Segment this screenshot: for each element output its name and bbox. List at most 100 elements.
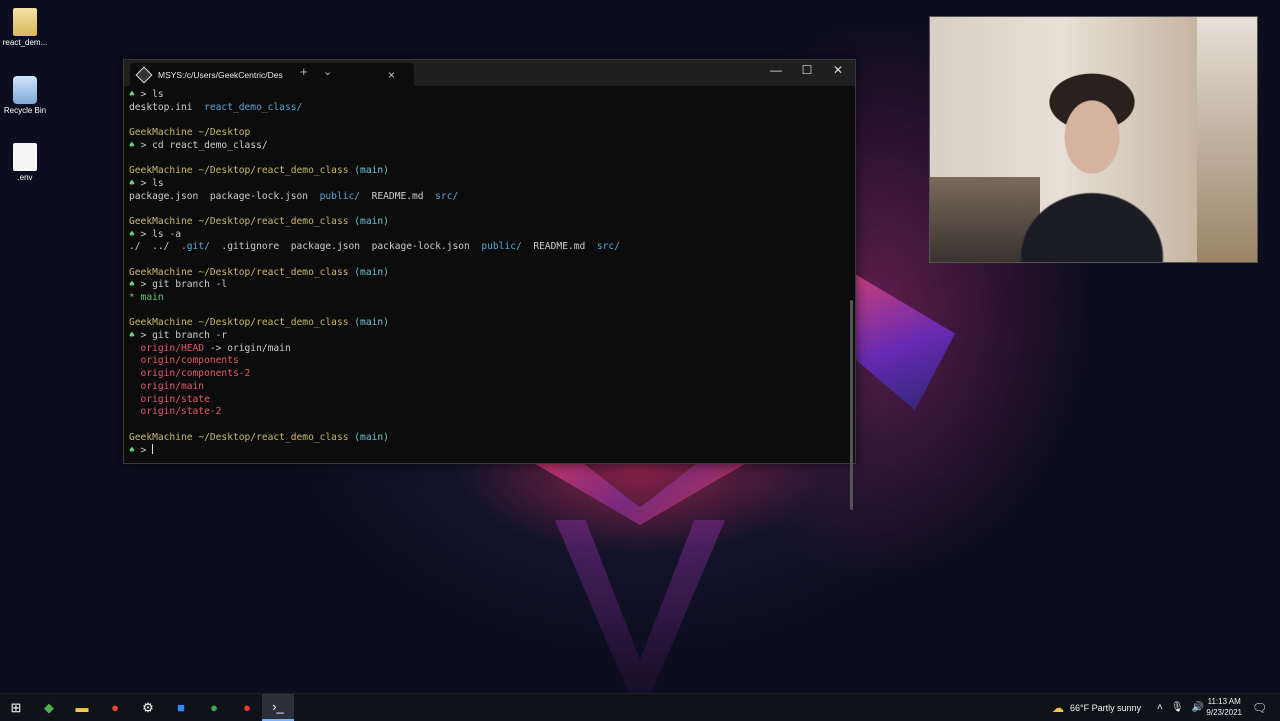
terminal-line: origin/components-2 bbox=[129, 368, 847, 381]
prompt-host: GeekMachine bbox=[129, 317, 193, 329]
branch-current: * main bbox=[129, 292, 164, 303]
listing-file: ./ ../ bbox=[129, 241, 181, 253]
terminal-line: ♠ > ls bbox=[129, 178, 847, 191]
tab-title: MSYS:/c/Users/GeekCentric/Des bbox=[158, 69, 283, 80]
prompt-symbol: > bbox=[140, 445, 153, 457]
text-cursor bbox=[152, 444, 154, 455]
tab-dropdown-button[interactable]: ⌄ bbox=[323, 65, 332, 78]
terminal-tab[interactable]: MSYS:/c/Users/GeekCentric/Des × bbox=[130, 63, 414, 86]
clock[interactable]: 11:13 AM 9/23/2021 bbox=[1206, 696, 1242, 718]
prompt-host: GeekMachine bbox=[129, 215, 193, 227]
prompt-icon: ♠ bbox=[129, 89, 141, 100]
prompt-branch: (main) bbox=[348, 266, 389, 278]
webcam-wall bbox=[1197, 17, 1257, 262]
desktop-icon-label: react_dem... bbox=[2, 38, 48, 47]
prompt-icon: ♠ bbox=[129, 228, 141, 240]
terminal-line: ♠ > git branch -l bbox=[129, 279, 847, 292]
listing-dir: react_demo_class/ bbox=[204, 101, 303, 113]
listing-file: desktop.ini bbox=[129, 101, 205, 113]
system-tray[interactable]: ˄ 🎙 🔊 bbox=[1157, 694, 1204, 721]
desktop-icon-recycle-bin[interactable]: Recycle Bin bbox=[0, 76, 55, 115]
zoom-icon[interactable]: ■ bbox=[165, 694, 197, 721]
prompt-symbol: > bbox=[140, 330, 153, 342]
desktop-icon-label: .env bbox=[17, 173, 33, 182]
settings-icon[interactable]: ⚙ bbox=[132, 694, 164, 721]
webcam-overlay bbox=[929, 16, 1258, 263]
prompt-symbol: > bbox=[140, 228, 153, 240]
clock-date: 9/23/2021 bbox=[1206, 708, 1242, 717]
prompt-icon: ♠ bbox=[129, 445, 141, 457]
terminal-line: origin/main bbox=[129, 381, 847, 394]
title-bar[interactable]: MSYS:/c/Users/GeekCentric/Des × + ⌄ — ☐ … bbox=[124, 60, 855, 86]
prompt-branch: (main) bbox=[348, 431, 389, 443]
new-tab-button[interactable]: + bbox=[300, 64, 308, 79]
terminal-line: origin/state bbox=[129, 394, 847, 407]
remote-branch-target: -> origin/main bbox=[204, 342, 291, 354]
terminal-line: GeekMachine ~/Desktop/react_demo_class (… bbox=[129, 165, 847, 178]
remote-branch: origin/state bbox=[129, 393, 210, 405]
terminal-window[interactable]: MSYS:/c/Users/GeekCentric/Des × + ⌄ — ☐ … bbox=[123, 59, 856, 510]
start-button[interactable]: ⊞ bbox=[0, 694, 32, 721]
weather-text: 66°F Partly sunny bbox=[1070, 702, 1142, 713]
file-explorer-icon[interactable]: ▬ bbox=[66, 694, 98, 721]
wallpaper-chevron bbox=[520, 455, 760, 525]
command-text: git branch -r bbox=[152, 330, 228, 342]
chevron-up-icon[interactable]: ˄ bbox=[1157, 702, 1163, 713]
prompt-branch: (main) bbox=[348, 165, 389, 177]
terminal-line: origin/HEAD -> origin/main bbox=[129, 343, 847, 356]
prompt-path: ~/Desktop/react_demo_class bbox=[192, 165, 349, 177]
prompt-host: GeekMachine bbox=[129, 431, 193, 443]
wallpaper-chevron-shadow bbox=[555, 520, 725, 720]
prompt-symbol: > bbox=[140, 279, 153, 291]
browser-icon[interactable]: ● bbox=[198, 694, 230, 721]
prompt-path: ~/Desktop/react_demo_class bbox=[192, 431, 349, 443]
recorder-icon[interactable]: ● bbox=[231, 694, 263, 721]
terminal-line: ♠ > bbox=[129, 444, 847, 457]
minimize-button[interactable]: — bbox=[766, 63, 786, 77]
prompt-branch: (main) bbox=[348, 317, 389, 329]
remote-branch: origin/state-2 bbox=[129, 406, 222, 418]
chrome-icon[interactable]: ● bbox=[99, 694, 131, 721]
prompt-symbol: > bbox=[140, 89, 153, 100]
listing-file: .gitignore package.json package-lock.jso… bbox=[209, 241, 482, 253]
listing-dir: .git/ bbox=[180, 241, 210, 253]
webcam-person bbox=[992, 67, 1192, 262]
microphone-icon[interactable]: 🎙 bbox=[1171, 702, 1184, 713]
terminal-line: package.json package-lock.json public/ R… bbox=[129, 191, 847, 204]
listing-dir: public/ bbox=[319, 190, 361, 202]
remote-branch: origin/components-2 bbox=[129, 368, 251, 380]
volume-icon[interactable]: 🔊 bbox=[1192, 702, 1204, 713]
command-text: ls bbox=[152, 177, 164, 189]
listing-file: README.md bbox=[360, 190, 436, 202]
close-button[interactable]: ✕ bbox=[828, 63, 848, 77]
app-icon-green[interactable]: ◆ bbox=[33, 694, 65, 721]
prompt-host: GeekMachine bbox=[129, 266, 193, 278]
desktop-icon-label: Recycle Bin bbox=[3, 106, 47, 115]
msys-icon bbox=[135, 66, 153, 83]
scrollbar[interactable] bbox=[850, 300, 853, 510]
notification-icon[interactable]: 🗨 bbox=[1252, 694, 1267, 721]
command-text: git branch -l bbox=[152, 279, 228, 291]
terminal-line: ./ ../ .git/ .gitignore package.json pac… bbox=[129, 241, 847, 254]
terminal-line: GeekMachine ~/Desktop/react_demo_class (… bbox=[129, 317, 847, 330]
tab-close-icon[interactable]: × bbox=[388, 68, 395, 82]
folder-icon bbox=[13, 8, 37, 36]
weather-widget[interactable]: ☁ 66°F Partly sunny bbox=[1052, 694, 1141, 721]
desktop-icon-react-demo[interactable]: react_dem... bbox=[0, 8, 55, 47]
desktop-icon-env[interactable]: .env bbox=[0, 143, 55, 182]
terminal-line: ♠ > ls -a bbox=[129, 229, 847, 242]
maximize-button[interactable]: ☐ bbox=[797, 63, 817, 77]
remote-branch: origin/main bbox=[129, 380, 205, 392]
terminal-icon[interactable]: ›_ bbox=[262, 694, 294, 721]
terminal-output[interactable]: ♠ > ls desktop.ini react_demo_class/GeekM… bbox=[129, 89, 847, 457]
terminal-line: GeekMachine ~/Desktop/react_demo_class (… bbox=[129, 216, 847, 229]
prompt-path: ~/Desktop/react_demo_class bbox=[192, 215, 349, 227]
prompt-icon: ♠ bbox=[129, 330, 141, 342]
command-text: ls -a bbox=[152, 228, 182, 240]
cloud-icon: ☁ bbox=[1052, 700, 1064, 715]
terminal-line: ♠ > ls bbox=[129, 89, 847, 102]
